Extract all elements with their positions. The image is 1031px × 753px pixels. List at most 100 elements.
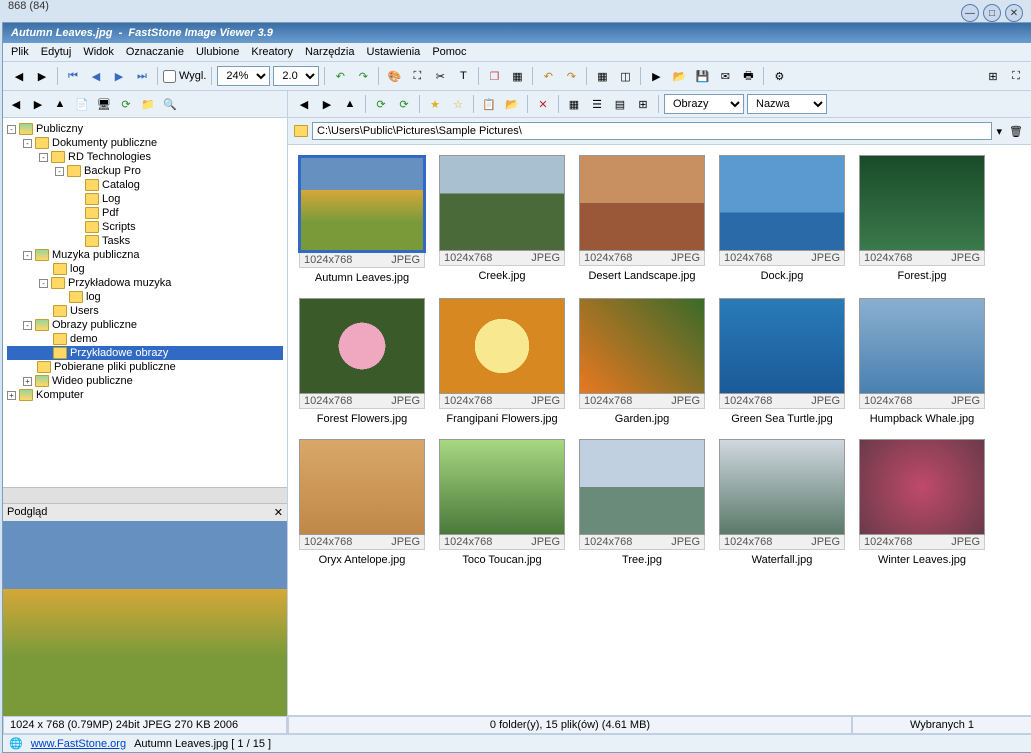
trash-icon[interactable]: 🗑 [1006,121,1026,141]
redo-button[interactable]: ↷ [561,66,581,86]
tree-item[interactable]: -Backup Pro [7,164,283,178]
outer-maximize-button[interactable]: □ [983,4,1001,22]
tree-item[interactable]: log [7,262,283,276]
thumbnail[interactable]: 1024x768JPEGAutumn Leaves.jpg [298,155,426,284]
tree-toggle-icon[interactable]: - [55,167,64,176]
settings-icon[interactable]: ⚙ [769,66,789,86]
tree-search-icon[interactable]: 🔍 [160,94,180,114]
thumbnail[interactable]: 1024x768JPEGHumpback Whale.jpg [858,298,986,425]
favorite2-icon[interactable]: ☆ [448,94,468,114]
thumbnail[interactable]: 1024x768JPEGOryx Antelope.jpg [298,439,426,566]
tree-toggle-icon[interactable]: + [7,391,16,400]
tree-item[interactable]: -Publiczny [7,122,283,136]
sort-select[interactable]: Nazwa [747,94,827,114]
menu-narzędzia[interactable]: Narzędzia [305,46,355,58]
text-tool-icon[interactable]: T [453,66,473,86]
open-folder-icon[interactable]: 📂 [669,66,689,86]
thumbnail[interactable]: 1024x768JPEGGarden.jpg [578,298,706,425]
layout-toggle-icon[interactable]: ⊞ [983,66,1003,86]
zoom-select[interactable]: 24% [217,66,270,86]
favorite-icon[interactable]: ★ [425,94,445,114]
tree-item[interactable]: Scripts [7,220,283,234]
thumbs-refresh2-icon[interactable]: ⟳ [394,94,414,114]
tree-item[interactable]: Tasks [7,234,283,248]
tree-item[interactable]: -RD Technologies [7,150,283,164]
tree-item[interactable]: Pobierane pliki publiczne [7,360,283,374]
tree-newfolder-icon[interactable]: 📁 [138,94,158,114]
tree-item[interactable]: +Komputer [7,388,283,402]
tree-back-icon[interactable]: ◀ [6,94,26,114]
move-icon[interactable]: 📂 [502,94,522,114]
tree-toggle-icon[interactable]: - [23,139,32,148]
tree-item[interactable]: log [7,290,283,304]
thumbnail[interactable]: 1024x768JPEGForest.jpg [858,155,986,284]
menu-plik[interactable]: Plik [11,46,29,58]
crop-icon[interactable]: ✂ [430,66,450,86]
filter-select[interactable]: Obrazy [664,94,744,114]
tree-scrollbar[interactable] [3,487,287,503]
thumbnail[interactable]: 1024x768JPEGCreek.jpg [438,155,566,284]
menu-ulubione[interactable]: Ulubione [196,46,239,58]
wygl-checkbox[interactable]: Wygl. [163,70,206,83]
tree-item[interactable]: Log [7,192,283,206]
thumbnail[interactable]: 1024x768JPEGFrangipani Flowers.jpg [438,298,566,425]
grid-view-icon[interactable]: ▦ [592,66,612,86]
undo-button[interactable]: ↶ [538,66,558,86]
thumbs-refresh-icon[interactable]: ⟳ [371,94,391,114]
mail-icon[interactable]: ✉ [715,66,735,86]
thumbnail[interactable]: 1024x768JPEGDock.jpg [718,155,846,284]
tree-toggle-icon[interactable]: + [23,377,32,386]
skip-next-button[interactable]: ▶ [109,66,129,86]
fullscreen-icon[interactable]: ⛶ [1006,66,1026,86]
tree-item[interactable]: -Obrazy publiczne [7,318,283,332]
tree-item[interactable]: +Wideo publiczne [7,374,283,388]
tree-item[interactable]: -Przykładowa muzyka [7,276,283,290]
tree-item[interactable]: Users [7,304,283,318]
delete-icon[interactable]: ✕ [533,94,553,114]
interval-select[interactable]: 2.0 [273,66,319,86]
outer-minimize-button[interactable]: — [961,4,979,22]
thumbs-up-icon[interactable]: ▲ [340,94,360,114]
tree-toggle-icon[interactable]: - [39,279,48,288]
rotate-right-button[interactable]: ↷ [353,66,373,86]
menu-ustawienia[interactable]: Ustawienia [367,46,421,58]
skip-first-button[interactable]: ⏮ [63,66,83,86]
thumbnail[interactable]: 1024x768JPEGWinter Leaves.jpg [858,439,986,566]
rotate-left-button[interactable]: ↶ [330,66,350,86]
path-dropdown-icon[interactable]: ▾ [996,125,1002,138]
selection-icon[interactable]: ▦ [507,66,527,86]
website-link[interactable]: www.FastStone.org [31,738,126,750]
menu-kreatory[interactable]: Kreatory [251,46,293,58]
thumbnail[interactable]: 1024x768JPEGWaterfall.jpg [718,439,846,566]
tree-toggle-icon[interactable]: - [7,125,16,134]
compare-icon[interactable]: ◫ [615,66,635,86]
outer-close-button[interactable]: ✕ [1005,4,1023,22]
print-icon[interactable]: 🖶 [738,66,758,86]
view-list-icon[interactable]: ☰ [587,94,607,114]
path-input[interactable]: C:\Users\Public\Pictures\Sample Pictures… [312,122,992,140]
skip-last-button[interactable]: ⏭ [132,66,152,86]
thumbnail[interactable]: 1024x768JPEGTree.jpg [578,439,706,566]
clone-icon[interactable]: ❐ [484,66,504,86]
tree-item[interactable]: -Dokumenty publiczne [7,136,283,150]
tree-toggle-icon[interactable]: - [39,153,48,162]
tree-item[interactable]: demo [7,332,283,346]
tree-item[interactable]: -Muzyka publiczna [7,248,283,262]
tree-item[interactable]: Catalog [7,178,283,192]
tree-refresh-icon[interactable]: ⟳ [116,94,136,114]
resize-icon[interactable]: ⛶ [407,66,427,86]
thumbnail[interactable]: 1024x768JPEGToco Toucan.jpg [438,439,566,566]
thumbs-fwd-icon[interactable]: ▶ [317,94,337,114]
tree-desktop-icon[interactable]: 🖥 [94,94,114,114]
tree-item[interactable]: Przykładowe obrazy [7,346,283,360]
tree-toggle-icon[interactable]: - [23,251,32,260]
view-thumb-icon[interactable]: ▦ [564,94,584,114]
thumbnail[interactable]: 1024x768JPEGForest Flowers.jpg [298,298,426,425]
tree-up-icon[interactable]: ▲ [50,94,70,114]
view-detail-icon[interactable]: ▤ [610,94,630,114]
tree-toggle-icon[interactable]: - [23,321,32,330]
slideshow-icon[interactable]: ▶ [646,66,666,86]
nav-back-button[interactable]: ◀ [9,66,29,86]
tree-fwd-icon[interactable]: ▶ [28,94,48,114]
save-icon[interactable]: 💾 [692,66,712,86]
